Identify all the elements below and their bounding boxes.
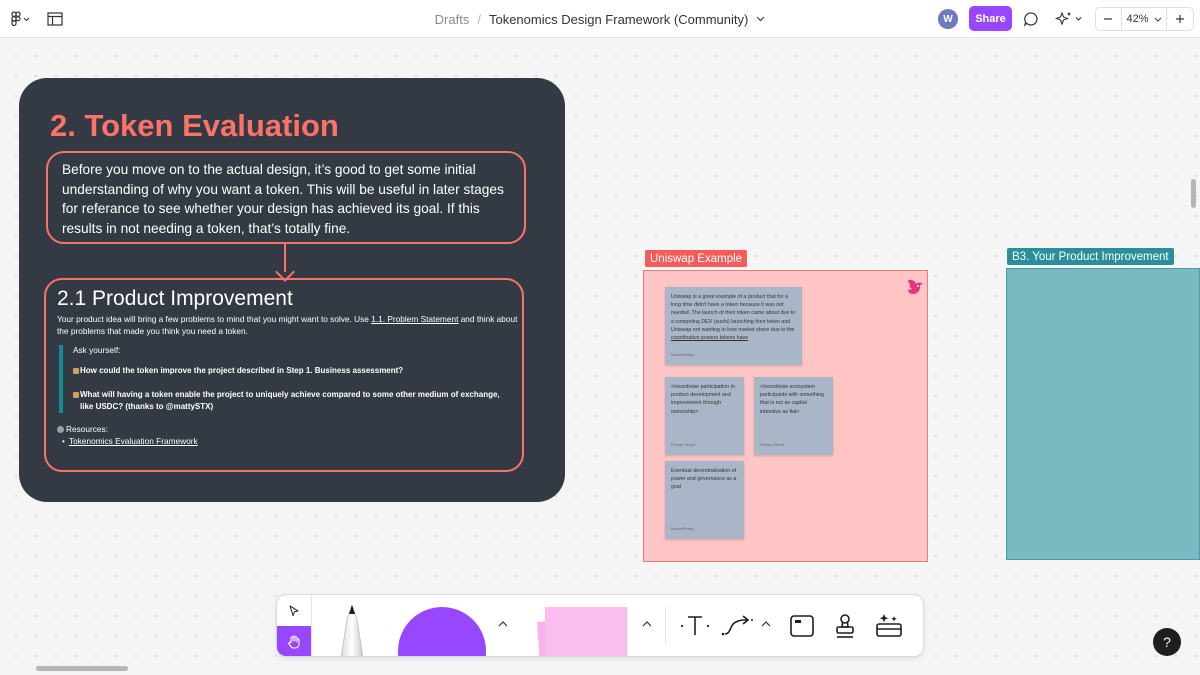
stamp-icon bbox=[836, 614, 854, 638]
text-t-icon bbox=[680, 616, 710, 635]
token-evaluation-section[interactable]: 2. Token Evaluation Before you move on t… bbox=[19, 78, 565, 502]
user-avatar[interactable]: W bbox=[938, 9, 958, 29]
connector-tool[interactable] bbox=[720, 610, 758, 642]
description-text: Your product idea will bring a few probl… bbox=[57, 314, 372, 324]
chevron-up-icon bbox=[642, 621, 652, 627]
comments-button[interactable] bbox=[1021, 10, 1041, 28]
question-1: How could the token improve the project … bbox=[80, 366, 404, 375]
connector-options-chevron[interactable] bbox=[759, 617, 773, 631]
sticky-note-author: Florian Strauf bbox=[760, 441, 785, 447]
hand-tool[interactable] bbox=[277, 626, 311, 656]
help-button[interactable]: ? bbox=[1153, 628, 1181, 656]
product-improvement-box: 2.1 Product Improvement Your product ide… bbox=[44, 278, 524, 472]
text-tool[interactable] bbox=[679, 610, 711, 642]
ai-actions-button[interactable] bbox=[1053, 9, 1085, 29]
pen-icon bbox=[340, 603, 364, 656]
sparkle-box-icon bbox=[876, 614, 902, 637]
horizontal-scrollbar[interactable] bbox=[36, 666, 128, 671]
zoom-level-dropdown[interactable]: 42% bbox=[1122, 8, 1168, 30]
toolbar-divider bbox=[311, 595, 312, 656]
problem-statement-link[interactable]: 1.1. Problem Statement bbox=[371, 314, 458, 324]
sticky-note-text: Uniswap is a great example of a product … bbox=[671, 294, 796, 333]
pen-tool[interactable] bbox=[333, 603, 371, 656]
minus-icon bbox=[1104, 18, 1113, 20]
sticky-note-text: <Incentivise ecosystem participants with… bbox=[760, 384, 824, 415]
chevron-up-icon bbox=[498, 621, 508, 627]
sticky-note[interactable]: <Incentivise participation in product de… bbox=[665, 377, 744, 455]
move-tool[interactable] bbox=[277, 595, 311, 626]
subsection-description: Your product idea will bring a few probl… bbox=[57, 313, 519, 337]
bricks-emoji-icon bbox=[73, 392, 79, 398]
bottom-toolbar bbox=[276, 594, 924, 657]
section-title: 2. Token Evaluation bbox=[50, 108, 339, 143]
plus-icon bbox=[1176, 15, 1185, 23]
your-product-improvement-frame[interactable] bbox=[1006, 268, 1200, 560]
breadcrumb-separator: / bbox=[477, 11, 481, 27]
globe-icon bbox=[57, 426, 64, 433]
sticky-note-author: MasonPosey bbox=[671, 525, 695, 531]
file-menu-chevron-icon[interactable] bbox=[756, 14, 765, 25]
cursor-arrow-icon bbox=[289, 604, 299, 616]
sticky-note[interactable]: <Incentivise ecosystem participants with… bbox=[754, 377, 833, 455]
sticky-options-chevron[interactable] bbox=[640, 617, 654, 631]
top-bar: Drafts / Tokenomics Design Framework (Co… bbox=[0, 0, 1200, 38]
sticky-note-stack-icon bbox=[537, 607, 627, 656]
subsection-title: 2.1 Product Improvement bbox=[57, 287, 293, 310]
zoom-level: 42% bbox=[1126, 13, 1149, 25]
shape-tool[interactable] bbox=[397, 606, 487, 656]
ask-yourself-label: Ask yourself: bbox=[73, 345, 121, 355]
zoom-out-button[interactable] bbox=[1096, 8, 1122, 30]
breadcrumb-drafts[interactable]: Drafts bbox=[435, 12, 470, 27]
connector-arrow-icon bbox=[721, 615, 753, 636]
circle-shape-icon bbox=[398, 607, 486, 656]
resources-label: Resources: bbox=[66, 424, 108, 434]
chevron-up-icon bbox=[761, 621, 771, 627]
sticky-note-link[interactable]: coordinative powers tokens have bbox=[671, 335, 748, 341]
file-name[interactable]: Tokenomics Design Framework (Community) bbox=[489, 12, 748, 27]
breadcrumb: Drafts / Tokenomics Design Framework (Co… bbox=[0, 0, 1200, 38]
sticky-note-author: Florian Strauf bbox=[671, 441, 696, 447]
bullet-dot: • bbox=[62, 437, 65, 446]
stamp-tool[interactable] bbox=[829, 610, 861, 642]
sticky-note-author: MasonPosey bbox=[671, 351, 695, 357]
chevron-down-icon bbox=[1154, 17, 1161, 22]
zoom-in-button[interactable] bbox=[1167, 8, 1193, 30]
hand-icon bbox=[288, 635, 300, 649]
section-tool[interactable] bbox=[786, 610, 818, 642]
comment-bubble-icon bbox=[1024, 12, 1038, 27]
zoom-control: 42% bbox=[1095, 7, 1194, 31]
ask-yourself-callout: Ask yourself: How could the token improv… bbox=[59, 345, 514, 413]
sparkle-icon bbox=[1054, 11, 1082, 26]
sticky-note[interactable]: Eventual decentralisation of power and g… bbox=[665, 461, 744, 539]
vertical-scrollbar[interactable] bbox=[1191, 179, 1196, 208]
question-2: What will having a token enable the proj… bbox=[80, 390, 500, 411]
widgets-tool[interactable] bbox=[873, 610, 905, 642]
share-button[interactable]: Share bbox=[969, 6, 1012, 31]
bricks-emoji-icon bbox=[73, 368, 79, 374]
toolbar-divider bbox=[665, 607, 666, 645]
sticky-note-tool[interactable] bbox=[531, 605, 631, 656]
intro-text-box: Before you move on to the actual design,… bbox=[46, 151, 526, 244]
sticky-note-text: Eventual decentralisation of power and g… bbox=[671, 468, 737, 491]
sticky-note[interactable]: Uniswap is a great example of a product … bbox=[665, 287, 802, 365]
b3-frame-label[interactable]: B3. Your Product Improvement bbox=[1007, 248, 1174, 265]
sticky-note-text: <Incentivise participation in product de… bbox=[671, 384, 735, 415]
uniswap-unicorn-icon bbox=[904, 275, 926, 303]
evaluation-framework-link[interactable]: Tokenomics Evaluation Framework bbox=[69, 436, 198, 446]
shape-options-chevron[interactable] bbox=[496, 617, 510, 631]
section-frame-icon bbox=[790, 615, 814, 637]
uniswap-example-label[interactable]: Uniswap Example bbox=[645, 250, 748, 267]
